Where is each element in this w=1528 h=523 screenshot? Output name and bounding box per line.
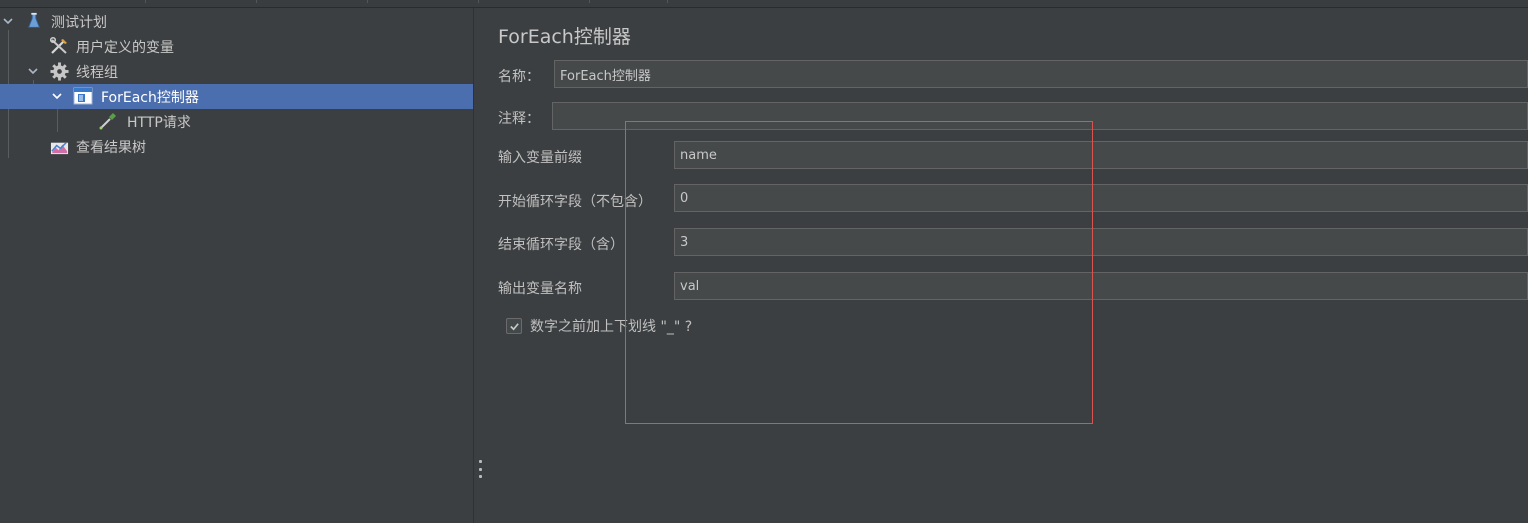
tree-item-label: 用户定义的变量 [76, 39, 174, 56]
page-title: ForEach控制器 [498, 26, 631, 48]
name-field[interactable] [554, 60, 1528, 88]
chevron-down-icon[interactable] [1, 14, 15, 28]
output-var-field[interactable] [674, 272, 1528, 300]
tree-item-http-request[interactable]: HTTP请求 [0, 109, 473, 134]
chevron-down-icon[interactable] [50, 89, 64, 103]
gear-icon [49, 61, 69, 81]
underscore-checkbox[interactable] [506, 318, 522, 334]
end-index-label: 结束循环字段（含） [498, 237, 624, 253]
comment-label: 注释： [498, 111, 540, 127]
jmeter-window: 测试计划 用户定义的变量 线程组 ForEach控制器 HTTP请求 查看结果树… [0, 0, 1528, 523]
tree-item-label: 线程组 [76, 64, 118, 81]
test-plan-tree: 测试计划 用户定义的变量 线程组 ForEach控制器 HTTP请求 查看结果树 [0, 8, 473, 523]
foreach-controller-panel: ForEach控制器 名称： 注释： 输入变量前缀 开始循环字段（不包含） 结束… [486, 8, 1528, 523]
flask-icon [24, 11, 44, 31]
tree-item-foreach-controller[interactable]: ForEach控制器 [0, 84, 473, 109]
panel-splitter[interactable] [473, 8, 487, 523]
tree-item-thread-group[interactable]: 线程组 [0, 59, 473, 84]
tree-item-label: 查看结果树 [76, 139, 146, 156]
controller-icon [73, 86, 93, 106]
pipette-icon [98, 111, 118, 131]
underscore-option[interactable]: 数字之前加上下划线 "_" ? [506, 316, 692, 336]
end-index-field[interactable] [674, 228, 1528, 256]
input-prefix-field[interactable] [674, 141, 1528, 169]
start-index-field[interactable] [674, 184, 1528, 212]
chevron-down-icon[interactable] [26, 64, 40, 78]
chart-icon [49, 136, 69, 156]
comment-field[interactable] [552, 102, 1528, 130]
top-toolbar-strip [0, 0, 1528, 8]
underscore-checkbox-label: 数字之前加上下划线 "_" ? [530, 319, 693, 335]
tree-item-user-variables[interactable]: 用户定义的变量 [0, 34, 473, 59]
tools-icon [49, 36, 69, 56]
output-var-label: 输出变量名称 [498, 281, 582, 297]
tree-item-label: HTTP请求 [127, 114, 191, 131]
check-icon [509, 322, 519, 330]
start-index-label: 开始循环字段（不包含） [498, 194, 652, 210]
tree-item-label: ForEach控制器 [101, 89, 199, 106]
tree-item-results-tree[interactable]: 查看结果树 [0, 134, 473, 159]
tree-item-test-plan[interactable]: 测试计划 [0, 9, 473, 34]
splitter-grip-icon[interactable] [478, 460, 482, 478]
input-prefix-label: 输入变量前缀 [498, 150, 582, 166]
tree-item-label: 测试计划 [51, 14, 107, 31]
name-label: 名称： [498, 69, 540, 85]
